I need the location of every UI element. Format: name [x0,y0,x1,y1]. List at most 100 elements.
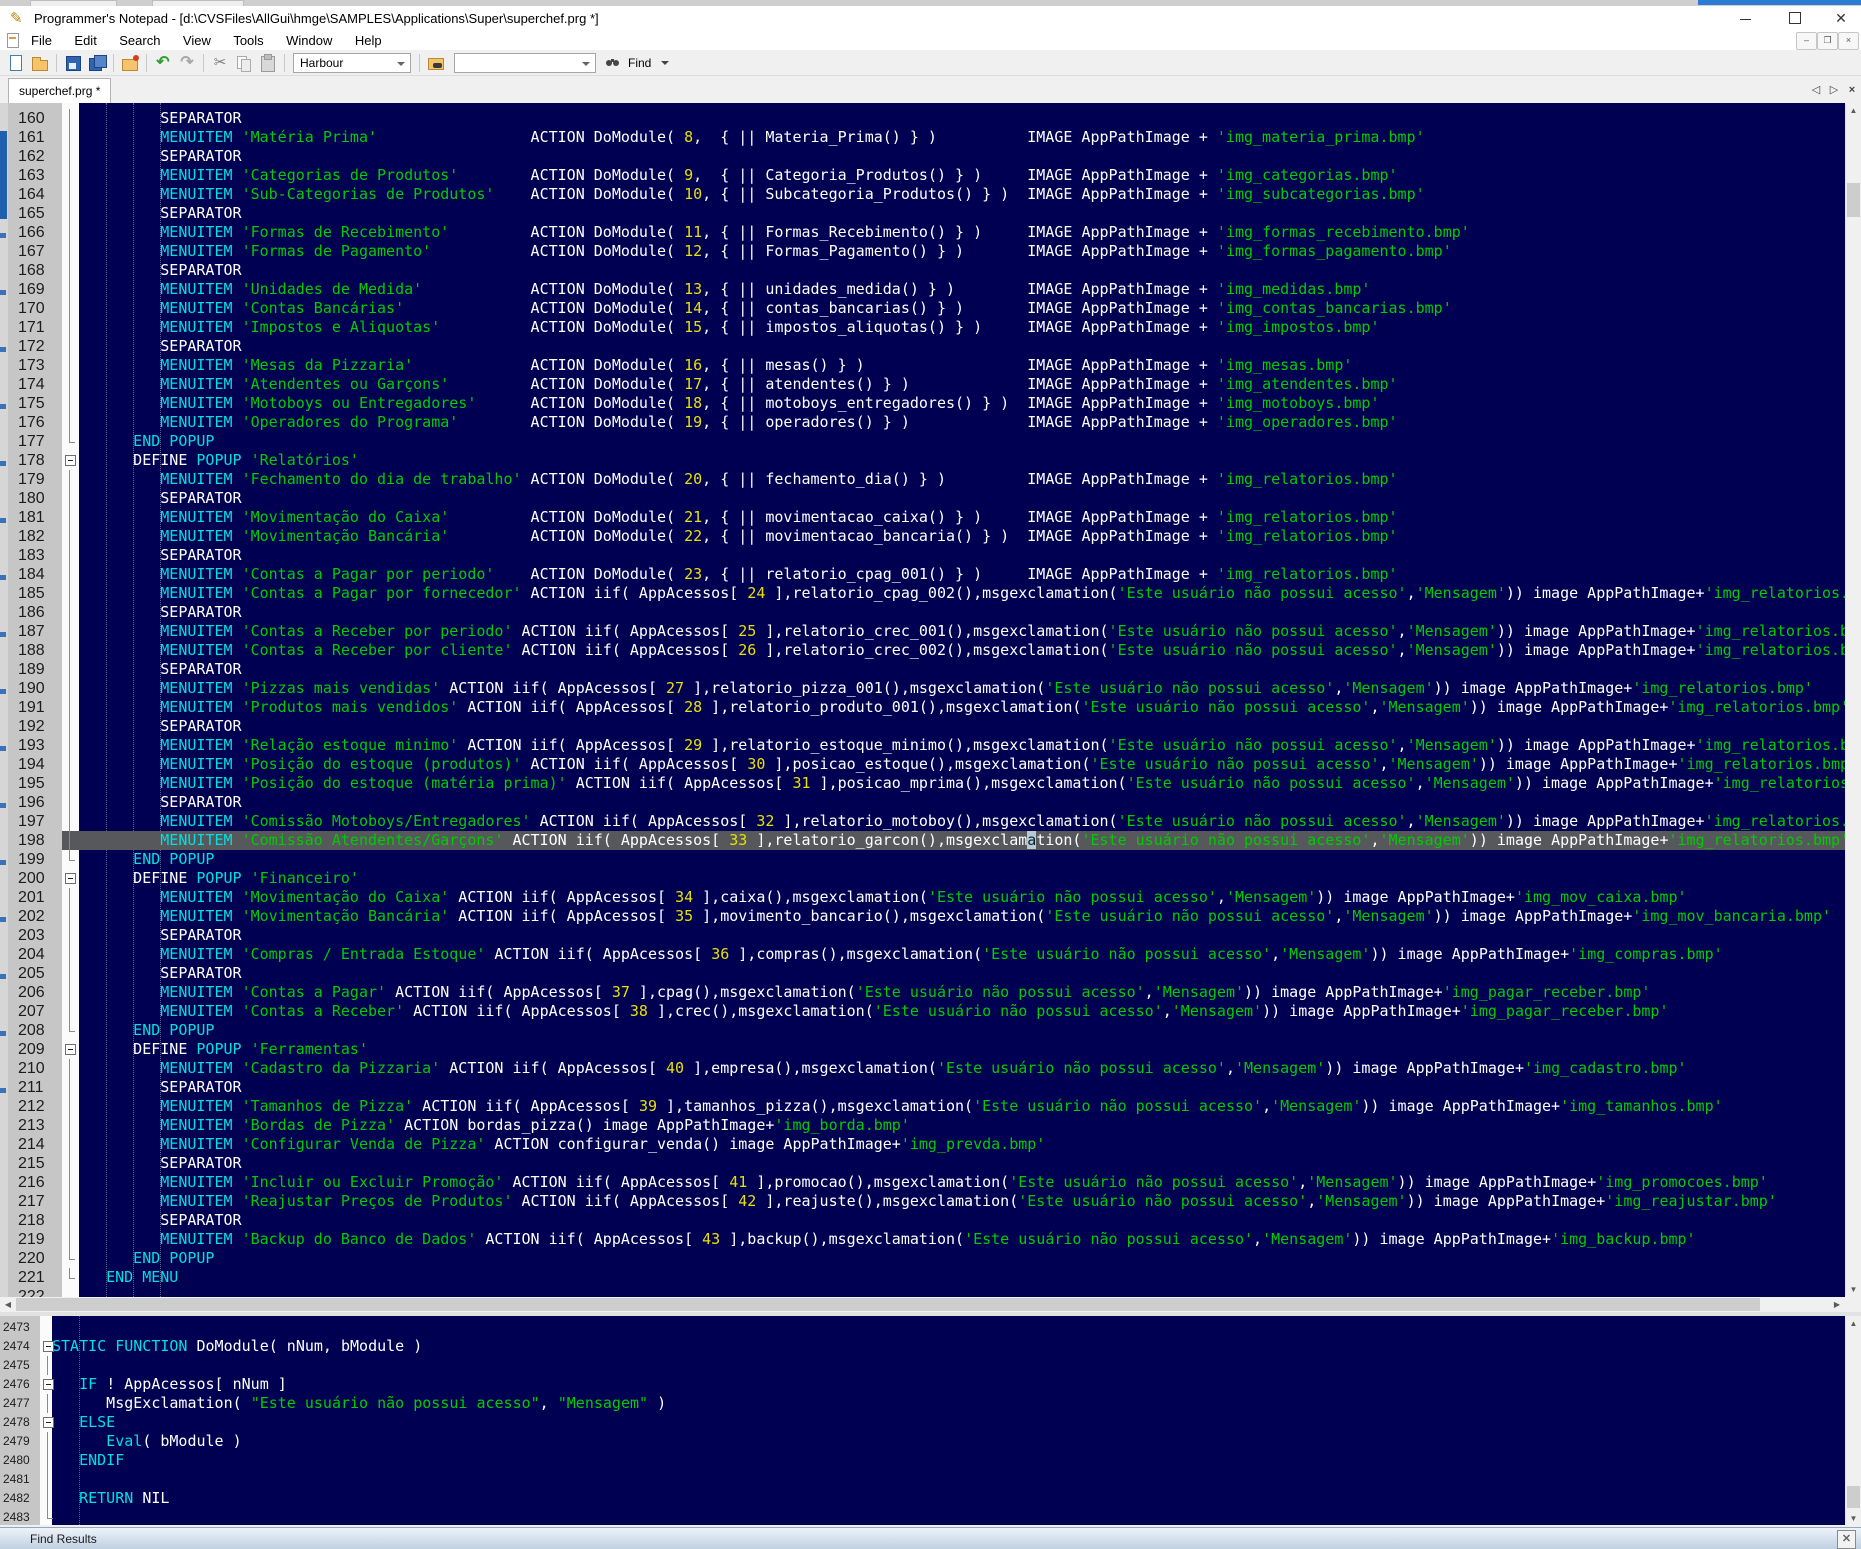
code-line[interactable]: 179 MENUITEM 'Fechamento do dia de traba… [8,470,1845,489]
cut-icon[interactable]: ✂ [211,54,229,72]
find-in-files-icon[interactable] [427,54,445,72]
code-line[interactable]: 164 MENUITEM 'Sub-Categorias de Produtos… [8,185,1845,204]
menu-search[interactable]: Search [110,30,169,50]
code-text[interactable]: MENUITEM 'Contas a Receber por periodo' … [79,622,1845,641]
code-text[interactable]: DEFINE POPUP 'Ferramentas' [79,1040,1845,1059]
mdi-close-button[interactable]: × [1838,32,1859,50]
code-line[interactable]: 195 MENUITEM 'Posição do estoque (matéri… [8,774,1845,793]
code-text[interactable]: MENUITEM 'Movimentação do Caixa' ACTION … [79,888,1845,907]
code-line[interactable]: 214 MENUITEM 'Configurar Venda de Pizza'… [8,1135,1845,1154]
code-text[interactable] [52,1318,1845,1337]
code-line[interactable]: 169 MENUITEM 'Unidades de Medida' ACTION… [8,280,1845,299]
undo-icon[interactable]: ↶ [154,54,172,72]
mdi-minimize-button[interactable]: – [1796,32,1817,50]
code-line[interactable]: 2478 ELSE [0,1413,1845,1432]
code-text[interactable]: MENUITEM 'Incluir ou Excluir Promoção' A… [79,1173,1845,1192]
open-file-icon[interactable] [31,54,49,72]
code-text[interactable]: MENUITEM 'Movimentação do Caixa' ACTION … [79,508,1845,527]
menu-window[interactable]: Window [277,30,341,50]
code-line[interactable]: 198 MENUITEM 'Comissão Atendentes/Garçon… [8,831,1845,850]
close-button[interactable]: ✕ [1822,6,1860,30]
code-line[interactable]: 194 MENUITEM 'Posição do estoque (produt… [8,755,1845,774]
code-text[interactable]: MENUITEM 'Contas Bancárias' ACTION DoMod… [79,299,1845,318]
code-line[interactable]: 2481 [0,1470,1845,1489]
code-text[interactable]: END POPUP [79,1021,1845,1040]
code-line[interactable]: 182 MENUITEM 'Movimentação Bancária' ACT… [8,527,1845,546]
save-icon[interactable] [64,54,82,72]
code-text[interactable]: SEPARATOR [79,603,1845,622]
code-text[interactable]: MENUITEM 'Mesas da Pizzaria' ACTION DoMo… [79,356,1845,375]
code-text[interactable]: SEPARATOR [79,109,1845,128]
code-text[interactable]: SEPARATOR [79,489,1845,508]
code-text[interactable]: STATIC FUNCTION DoModule( nNum, bModule … [52,1337,1845,1356]
code-text[interactable]: DEFINE POPUP 'Financeiro' [79,869,1845,888]
code-text[interactable]: MENUITEM 'Produtos mais vendidos' ACTION… [79,698,1845,717]
code-line[interactable]: 201 MENUITEM 'Movimentação do Caixa' ACT… [8,888,1845,907]
code-line[interactable]: 187 MENUITEM 'Contas a Receber por perio… [8,622,1845,641]
new-file-icon[interactable] [7,54,25,72]
save-all-icon[interactable] [88,54,106,72]
code-text[interactable]: MENUITEM 'Configurar Venda de Pizza' ACT… [79,1135,1845,1154]
code-text[interactable]: SEPARATOR [79,204,1845,223]
code-line[interactable]: 2476 IF ! AppAcessos[ nNum ] [0,1375,1845,1394]
tab-close-icon[interactable]: × [1844,82,1860,98]
scrollbar-thumb[interactable] [1847,1486,1860,1508]
code-line[interactable]: 160 SEPARATOR [8,109,1845,128]
code-line[interactable]: 2473 [0,1318,1845,1337]
code-text[interactable]: MENUITEM 'Comissão Atendentes/Garçons' A… [79,831,1845,850]
code-text[interactable]: MENUITEM 'Categorias de Produtos' ACTION… [79,166,1845,185]
horizontal-scrollbar[interactable]: ◀ ▶ [0,1297,1845,1312]
code-line[interactable]: 2479 Eval( bModule ) [0,1432,1845,1451]
code-line[interactable]: 172 SEPARATOR [8,337,1845,356]
code-line[interactable]: 191 MENUITEM 'Produtos mais vendidos' AC… [8,698,1845,717]
code-line[interactable]: 188 MENUITEM 'Contas a Receber por clien… [8,641,1845,660]
code-text[interactable]: RETURN NIL [52,1489,1845,1508]
code-line[interactable]: 2475 [0,1356,1845,1375]
code-line[interactable]: 209 DEFINE POPUP 'Ferramentas' [8,1040,1845,1059]
code-line[interactable]: 163 MENUITEM 'Categorias de Produtos' AC… [8,166,1845,185]
code-text[interactable]: MENUITEM 'Unidades de Medida' ACTION DoM… [79,280,1845,299]
scrollbar-thumb[interactable] [16,1298,1760,1311]
code-text[interactable]: MENUITEM 'Movimentação Bancária' ACTION … [79,907,1845,926]
close-file-icon[interactable] [121,54,139,72]
fold-toggle-icon[interactable] [62,1040,79,1059]
editor-pane-top[interactable]: 160 SEPARATOR161 MENUITEM 'Matéria Prima… [8,103,1845,1297]
code-line[interactable]: 208 END POPUP [8,1021,1845,1040]
code-text[interactable]: MENUITEM 'Fechamento do dia de trabalho'… [79,470,1845,489]
tab-superchef[interactable]: superchef.prg * [8,78,111,103]
close-icon[interactable]: ✕ [1837,1530,1856,1549]
fold-toggle-icon[interactable] [62,869,79,888]
code-line[interactable]: 181 MENUITEM 'Movimentação do Caixa' ACT… [8,508,1845,527]
code-line[interactable]: 200 DEFINE POPUP 'Financeiro' [8,869,1845,888]
code-line[interactable]: 193 MENUITEM 'Relação estoque minimo' AC… [8,736,1845,755]
code-text[interactable]: SEPARATOR [79,1211,1845,1230]
menu-edit[interactable]: Edit [65,30,105,50]
code-line[interactable]: 219 MENUITEM 'Backup do Banco de Dados' … [8,1230,1845,1249]
scroll-down-icon[interactable]: ▼ [1846,1514,1861,1523]
code-line[interactable]: 204 MENUITEM 'Compras / Entrada Estoque'… [8,945,1845,964]
code-text[interactable]: SEPARATOR [79,147,1845,166]
fold-toggle-icon[interactable] [40,1413,52,1432]
code-line[interactable]: 189 SEPARATOR [8,660,1845,679]
code-line[interactable]: 211 SEPARATOR [8,1078,1845,1097]
code-text[interactable] [52,1508,1845,1525]
code-line[interactable]: 177 END POPUP [8,432,1845,451]
code-text[interactable]: MENUITEM 'Sub-Categorias de Produtos' AC… [79,185,1845,204]
code-text[interactable]: SEPARATOR [79,1078,1845,1097]
code-text[interactable]: MENUITEM 'Contas a Pagar por periodo' AC… [79,565,1845,584]
code-line[interactable]: 206 MENUITEM 'Contas a Pagar' ACTION iif… [8,983,1845,1002]
code-line[interactable]: 180 SEPARATOR [8,489,1845,508]
tab-scroll-right-icon[interactable]: ▷ [1826,82,1842,98]
code-line[interactable]: 174 MENUITEM 'Atendentes ou Garçons' ACT… [8,375,1845,394]
menu-view[interactable]: View [174,30,220,50]
code-text[interactable]: Eval( bModule ) [52,1432,1845,1451]
code-text[interactable]: MENUITEM 'Contas a Receber' ACTION iif( … [79,1002,1845,1021]
code-line[interactable]: 186 SEPARATOR [8,603,1845,622]
code-line[interactable]: 176 MENUITEM 'Operadores do Programa' AC… [8,413,1845,432]
search-input[interactable] [454,53,596,73]
find-button[interactable]: Find [602,54,669,72]
code-line[interactable]: 203 SEPARATOR [8,926,1845,945]
code-text[interactable]: MENUITEM 'Contas a Pagar por fornecedor'… [79,584,1845,603]
code-text[interactable]: MENUITEM 'Relação estoque minimo' ACTION… [79,736,1845,755]
tab-scroll-left-icon[interactable]: ◁ [1808,82,1824,98]
